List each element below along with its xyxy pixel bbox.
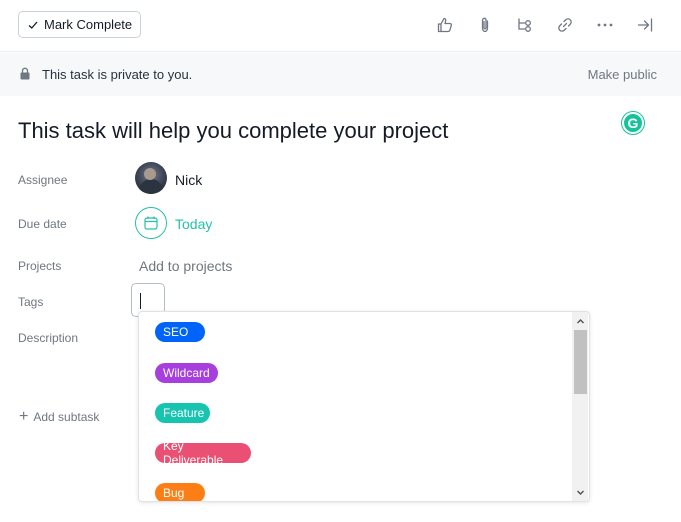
task-toolbar: Mark Complete <box>0 0 681 52</box>
task-title[interactable]: This task will help you complete your pr… <box>18 118 448 144</box>
add-subtask-button[interactable]: + Add subtask <box>19 408 100 425</box>
tag-option-bug[interactable]: Bug <box>155 483 205 501</box>
checkmark-icon <box>28 21 38 29</box>
description-label: Description <box>18 331 79 345</box>
privacy-message: This task is private to you. <box>42 67 193 82</box>
calendar-icon[interactable] <box>135 207 167 239</box>
add-to-projects-link[interactable]: Add to projects <box>139 258 232 274</box>
text-caret <box>140 293 141 309</box>
paperclip-icon[interactable] <box>465 12 505 38</box>
lock-icon <box>20 67 30 80</box>
add-subtask-label: Add subtask <box>33 410 100 424</box>
plus-icon: + <box>19 408 29 425</box>
more-icon[interactable] <box>585 12 625 38</box>
tag-option-wildcard[interactable]: Wildcard <box>155 363 218 383</box>
grammarly-icon[interactable]: G <box>622 112 644 134</box>
mark-complete-button[interactable]: Mark Complete <box>18 11 142 38</box>
dropdown-scrollbar[interactable] <box>572 312 588 501</box>
thumbs-up-icon[interactable] <box>425 12 465 38</box>
avatar[interactable] <box>135 162 167 194</box>
scroll-up-arrow-icon[interactable] <box>572 313 588 329</box>
tag-option-key-deliverable[interactable]: Key Deliverable <box>155 439 251 467</box>
projects-label: Projects <box>18 259 62 273</box>
due-date-label: Due date <box>18 217 67 231</box>
tags-label: Tags <box>18 295 44 309</box>
tag-dropdown[interactable]: SEO Wildcard Feature Key Deliverable Bug <box>138 311 590 502</box>
close-panel-icon[interactable] <box>625 12 665 38</box>
assignee-label: Assignee <box>18 173 68 187</box>
subtask-icon[interactable] <box>505 12 545 38</box>
make-public-link[interactable]: Make public <box>588 67 657 82</box>
link-icon[interactable] <box>545 12 585 38</box>
tag-option-seo[interactable]: SEO <box>155 322 205 342</box>
scrollbar-thumb[interactable] <box>574 330 587 394</box>
mark-complete-label: Mark Complete <box>44 17 133 32</box>
tag-option-feature[interactable]: Feature <box>155 403 210 423</box>
due-date-value[interactable]: Today <box>175 216 212 232</box>
assignee-name[interactable]: Nick <box>175 172 202 188</box>
scroll-down-arrow-icon[interactable] <box>572 484 588 500</box>
privacy-banner: This task is private to you. Make public <box>0 53 681 96</box>
